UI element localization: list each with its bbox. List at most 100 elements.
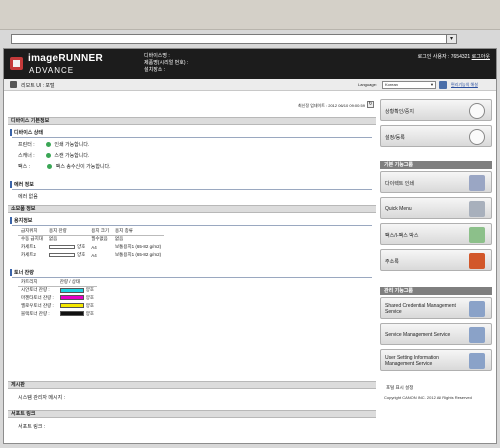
refresh-icon[interactable]: ↻ [367, 101, 374, 108]
button-label: 상황확인/중지 [385, 109, 414, 115]
login-user: 로그인 사용자 : 7654321 로그아웃 [418, 53, 490, 60]
paper-size: A4 [91, 252, 97, 258]
logout-link[interactable]: 로그아웃 [472, 54, 490, 60]
paper-level: 없음 [48, 236, 58, 242]
service-management-button[interactable]: Service Management Service [380, 323, 492, 345]
portal-display-settings-link[interactable]: 포털 표시 설정 [386, 385, 413, 391]
quick-menu-icon [469, 201, 485, 217]
toner-status: 양호 [85, 287, 95, 293]
paper-level-text: 양호 [76, 244, 86, 249]
button-label: Service Management Service [385, 332, 451, 338]
address-book-button[interactable]: 주소록 [380, 249, 492, 271]
monitor-icon [469, 353, 485, 369]
paper-source: 카세트2 [21, 252, 36, 257]
toner-status: 양호 [85, 295, 95, 300]
toner-level-bar [59, 303, 84, 309]
toner-level-bar [59, 295, 84, 301]
divider [12, 225, 372, 226]
button-label: 주소록 [385, 259, 399, 265]
brand-subtitle: ADVANCE [29, 66, 75, 75]
last-updated: 최신정 업데이트 : 2012 06/10 09:00:59 [298, 103, 365, 109]
shared-credential-button[interactable]: Shared Credential Management Service [380, 297, 492, 319]
table-row: 카세트1 양호 A4 보통용지1 (65-82 g/m2) [18, 243, 164, 251]
paper-level: 양호 [46, 243, 88, 251]
column-header: 용지 크기 [88, 227, 113, 236]
paper-size: 필수없음 [91, 236, 108, 242]
error-info-heading: 에러 정보 [10, 181, 34, 188]
toner-level: 양호 [57, 310, 97, 318]
direct-print-button[interactable]: 다이렉트 인쇄 [380, 171, 492, 193]
button-label: Quick Menu [385, 206, 412, 212]
toner-name: 시안토너 잔량 : [21, 287, 50, 293]
table-header-row: 급지위치 용지 잔량 용지 크기 용지 종류 [18, 227, 165, 236]
status-ok-icon [45, 153, 51, 159]
paper-source: 수동 급지대 [21, 236, 43, 242]
button-label: 다이렉트 인쇄 [385, 181, 414, 187]
settings-icon [469, 129, 485, 145]
settings-button[interactable]: 설정/등록 [380, 125, 492, 147]
error-info-value: 에러 없음 [18, 194, 38, 200]
user-setting-button[interactable]: User Setting Information Management Serv… [380, 349, 492, 371]
toner-level: 양호 [57, 294, 97, 302]
portal-home-icon [10, 81, 17, 88]
address-bar[interactable] [11, 34, 457, 44]
divider [12, 189, 372, 190]
printer-status: 인쇄 가능합니다. [54, 142, 90, 148]
status-ok-icon [45, 142, 51, 148]
button-label: 팩스/I-팩스 박스 [385, 233, 419, 239]
address-book-icon [469, 253, 485, 269]
toner-level-bar [59, 311, 84, 317]
paper-info-heading: 용지정보 [10, 217, 32, 224]
title-bar: 리모트 UI : 포털 Language: Korean ▼ 편리기능의 해설 [4, 79, 496, 91]
fax-box-icon [469, 227, 485, 243]
basic-functions-heading: 기본 기능그룹 [380, 161, 492, 169]
fax-box-button[interactable]: 팩스/I-팩스 박스 [380, 223, 492, 245]
section-message-board: 게시판 [8, 381, 376, 389]
column-header: 카트리지 [18, 278, 57, 287]
support-link-label: 서포트 링크 : [18, 424, 46, 430]
device-info: 디바이스명 : 제품명(시리얼 번호) : 설치장소 : [144, 53, 188, 74]
printer-icon [469, 175, 485, 191]
printer-status-row: 프린터 : 인쇄 가능합니다. [18, 141, 89, 148]
language-select[interactable]: Korean ▼ [382, 81, 436, 89]
page-frame: imageRUNNER ADVANCE 디바이스명 : 제품명(시리얼 번호) … [3, 48, 497, 444]
printer-label: 프린터 : [18, 142, 35, 148]
product-name-label: 제품명(시리얼 번호) : [144, 60, 189, 66]
quick-menu-button[interactable]: Quick Menu [380, 197, 492, 219]
logo-icon [10, 57, 23, 70]
copyright: Copyright CANON INC. 2012 All Rights Res… [384, 395, 472, 400]
address-dropdown-icon[interactable]: ▾ [446, 34, 457, 44]
column-header: 급지위치 [18, 227, 46, 236]
toner-name: 마젠타토너 잔량 : [21, 295, 54, 300]
paper-level-bar [48, 252, 75, 257]
section-consumables: 소모품 정보 [8, 205, 376, 213]
table-row: 시안토너 잔량 : 양호 [18, 286, 97, 294]
login-user-text: 로그인 사용자 : 7654321 [417, 54, 471, 60]
divider [12, 137, 372, 138]
toner-level-bar [59, 287, 84, 293]
monitor-icon [469, 301, 485, 317]
section-device-basic: 디바이스 기본정보 [8, 117, 376, 125]
paper-table: 급지위치 용지 잔량 용지 크기 용지 종류 수동 급지대 없음 필수없음 없음… [18, 227, 165, 259]
button-label: 설정/등록 [385, 135, 405, 141]
language-apply-button[interactable] [439, 81, 447, 89]
paper-level-bar [48, 244, 75, 249]
device-name-label: 디바이스명 : [144, 53, 170, 59]
paper-size: A4 [91, 244, 97, 250]
chevron-down-icon: ▼ [430, 82, 434, 87]
column-header: 잔량 / 상태 [56, 278, 98, 287]
section-support-link: 서포트 링크 [8, 410, 376, 418]
fax-status-row: 팩스 : 팩스 송수신이 가능합니다. [18, 163, 111, 170]
paper-level-text: 양호 [76, 252, 86, 257]
table-header-row: 카트리지 잔량 / 상태 [18, 278, 98, 287]
toner-table: 카트리지 잔량 / 상태 시안토너 잔량 : 양호 마젠타토너 잔량 : 양호 … [18, 278, 98, 318]
status-monitor-button[interactable]: 상황확인/중지 [380, 99, 492, 121]
management-functions-heading: 관리 기능그룹 [380, 287, 492, 295]
help-link[interactable]: 편리기능의 해설 [451, 82, 478, 88]
browser-toolbar [0, 0, 500, 30]
toner-name: 옐로우토너 잔량 : [21, 303, 54, 308]
table-row: 블랙토너 잔량 : 양호 [18, 310, 97, 318]
paper-type: 없음 [115, 236, 124, 242]
button-label: User Setting Information Management Serv… [385, 355, 439, 367]
scanner-status: 스캔 가능합니다. [54, 153, 90, 159]
